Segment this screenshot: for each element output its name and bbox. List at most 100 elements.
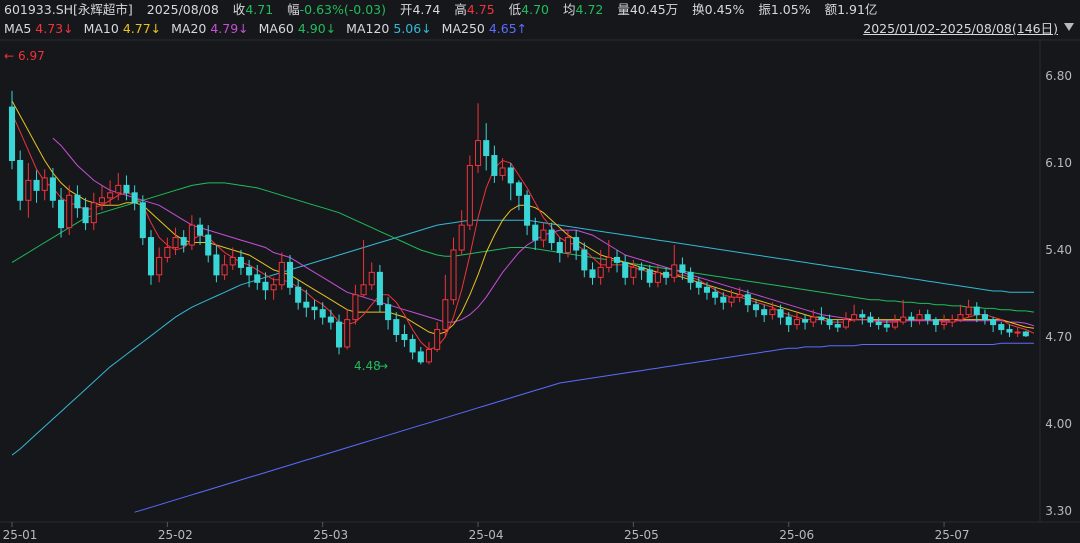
candle-body — [74, 194, 81, 209]
x-tick-label: 25-07 — [935, 528, 970, 542]
candle-body — [131, 192, 138, 204]
candle-body — [728, 296, 735, 303]
candle-body — [499, 167, 506, 176]
candle-body — [344, 319, 351, 348]
candle-body — [891, 321, 899, 328]
candle-body — [107, 192, 114, 199]
x-tick-label: 25-05 — [624, 528, 659, 542]
candle-body — [605, 256, 612, 268]
candle-body — [327, 316, 334, 323]
candle-body — [229, 256, 236, 266]
candle-body — [237, 256, 244, 268]
candle-body — [180, 237, 187, 246]
candle-body — [613, 256, 621, 263]
candle-body — [581, 249, 588, 271]
x-tick-label: 25-03 — [313, 528, 348, 542]
x-tick-label: 25-02 — [158, 528, 193, 542]
candle-body — [1014, 331, 1021, 334]
candle-body — [540, 229, 547, 241]
candle-body — [466, 164, 473, 226]
candle-body — [998, 324, 1005, 331]
candle-body — [802, 319, 809, 323]
candle-body — [41, 177, 48, 191]
candle-body — [622, 261, 629, 278]
candle-body — [859, 314, 866, 318]
candle-body — [401, 334, 408, 340]
candle-body — [8, 106, 16, 162]
candle-body — [515, 182, 522, 196]
candle-body — [458, 224, 465, 251]
candle-body — [425, 348, 433, 363]
candle-body — [744, 294, 751, 306]
candle-body — [851, 314, 858, 321]
candle-body — [671, 264, 678, 278]
candle-body — [385, 304, 392, 321]
x-tick-label: 25-06 — [779, 528, 814, 542]
candle-body — [368, 271, 375, 286]
candle-body — [589, 269, 596, 278]
x-tick-label: 25-01 — [3, 528, 38, 542]
candle-body — [900, 316, 907, 323]
candle-body — [654, 271, 661, 283]
y-tick-label: 4.70 — [1045, 330, 1072, 344]
candle-body — [286, 261, 294, 288]
ma10-line — [11, 100, 1035, 336]
candle-body — [679, 264, 686, 273]
candle-body — [49, 177, 56, 201]
candle-body — [810, 316, 817, 323]
candle-body — [867, 316, 874, 323]
high-annotation: 6.97 — [18, 49, 45, 63]
candle-body — [663, 271, 670, 278]
candle-body — [883, 324, 890, 328]
candle-body — [491, 155, 498, 176]
candle-body — [336, 321, 343, 348]
candle-body — [123, 184, 130, 194]
candle-body — [90, 202, 97, 224]
candle-body — [949, 319, 956, 323]
candle-body — [270, 284, 277, 291]
candle-body — [556, 242, 563, 253]
ma250-line — [134, 342, 1034, 513]
candle-body — [507, 167, 514, 184]
candle-body — [319, 309, 326, 318]
candle-body — [973, 306, 980, 316]
candle-body — [932, 319, 939, 326]
candle-body — [303, 301, 310, 308]
candle-body — [752, 304, 760, 311]
candle-body — [785, 316, 792, 326]
candle-body — [524, 194, 531, 226]
candle-body — [221, 264, 228, 276]
candlestick-chart[interactable]: 6.80 6.10 5.40 4.70 4.00 3.30 25-01 25-02 25-03 2… — [0, 0, 1080, 543]
candle-body — [434, 329, 441, 350]
candle-body — [687, 271, 694, 283]
candle-body — [842, 319, 849, 328]
left-arrow-icon: ← — [4, 49, 14, 63]
candle-body — [834, 324, 841, 328]
candle-body — [188, 224, 195, 246]
candle-body — [736, 294, 743, 298]
y-tick-label: 6.10 — [1045, 156, 1072, 170]
candle-body — [311, 306, 318, 311]
candle-body — [246, 266, 253, 276]
candle-body — [172, 237, 179, 249]
candle-body — [908, 316, 915, 321]
candle-body — [376, 271, 383, 306]
candle-body — [875, 321, 882, 326]
candle-body — [720, 296, 727, 303]
candle-body — [695, 281, 702, 288]
candle-body — [213, 254, 220, 276]
candle-body — [532, 224, 539, 241]
candle-body — [474, 140, 482, 166]
candle-body — [646, 269, 653, 283]
candle-body — [254, 274, 261, 283]
candle-body — [564, 237, 572, 253]
candle-body — [82, 207, 89, 224]
candle-body — [417, 351, 424, 363]
candle-body — [818, 316, 825, 321]
candle-body — [66, 194, 73, 229]
candle-body — [703, 286, 710, 293]
candle-body — [548, 229, 555, 244]
candle-body — [17, 160, 24, 201]
candle-body — [393, 319, 400, 336]
candle-body — [981, 314, 988, 321]
